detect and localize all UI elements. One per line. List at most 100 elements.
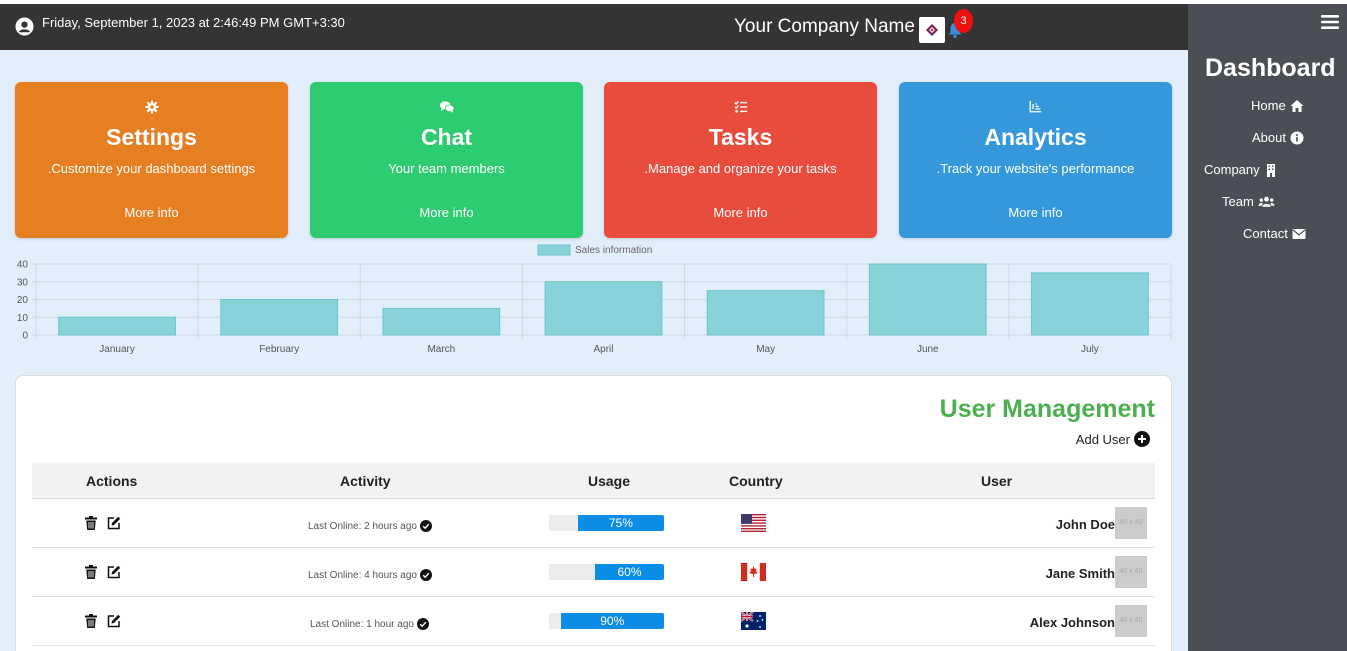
- users-table: Actions Activity Usage Country User Last…: [32, 463, 1155, 646]
- tasks-card[interactable]: Tasks .Manage and organize your tasks Mo…: [604, 82, 877, 238]
- user-circle-icon[interactable]: [15, 17, 34, 36]
- analytics-card[interactable]: Analytics .Track your website's performa…: [899, 82, 1172, 238]
- chart-bar: [706, 290, 825, 336]
- sidebar-item-company[interactable]: Company: [1204, 162, 1278, 177]
- usage-label: 60%: [617, 565, 642, 579]
- card-description: .Track your website's performance: [936, 161, 1135, 176]
- y-tick-label: 40: [17, 260, 29, 271]
- chart-bar: [58, 316, 176, 336]
- chart-bar: [1031, 272, 1149, 336]
- company-name: Your Company Name: [734, 16, 915, 37]
- more-info-link[interactable]: More info: [310, 205, 583, 220]
- australia-flag-icon: [741, 612, 766, 630]
- home-icon: [1290, 99, 1304, 112]
- trash-icon[interactable]: [84, 614, 98, 628]
- gear-icon: [15, 100, 288, 116]
- sidebar-title: Dashboard: [1205, 54, 1336, 82]
- y-tick-label: 0: [22, 331, 28, 342]
- x-tick-label: February: [259, 344, 299, 355]
- sidebar-item-label: Company: [1204, 162, 1260, 177]
- y-tick-label: 20: [17, 295, 29, 306]
- chart-bar: [220, 299, 339, 336]
- last-online-text: Last Online: 4 hours ago: [308, 569, 417, 581]
- edit-icon[interactable]: [107, 565, 121, 579]
- sidebar-item-label: Home: [1251, 98, 1286, 113]
- usage-progress-bar: 90%: [549, 613, 664, 629]
- sidebar-item-contact[interactable]: Contact: [1243, 226, 1306, 241]
- edit-icon[interactable]: [107, 614, 121, 628]
- card-title: Chat: [420, 124, 473, 150]
- chart-bar: [382, 307, 501, 336]
- hamburger-menu-icon[interactable]: [1321, 14, 1339, 30]
- sidebar-item-home[interactable]: Home: [1251, 98, 1304, 113]
- last-online-text: Last Online: 1 hour ago: [310, 618, 414, 630]
- avatar: 40 x 40: [1115, 507, 1147, 539]
- header-datetime: Friday, September 1, 2023 at 2:46:49 PM …: [42, 15, 345, 30]
- info-icon: [1290, 131, 1304, 144]
- table-row: Last Online: 1 hour ago 90% Alex Johnson…: [32, 597, 1155, 646]
- y-tick-label: 30: [17, 277, 29, 288]
- more-info-link[interactable]: More info: [15, 205, 288, 220]
- edit-icon[interactable]: [107, 516, 121, 530]
- x-tick-label: March: [427, 344, 455, 355]
- more-info-link[interactable]: More info: [899, 205, 1172, 220]
- chat-icon: [310, 100, 583, 116]
- sidebar-item-label: About: [1252, 130, 1286, 145]
- trash-icon[interactable]: [84, 516, 98, 530]
- sidebar-item-label: Contact: [1243, 226, 1288, 241]
- check-circle-icon: [416, 618, 429, 630]
- sales-bar-chart: Sales information 0 10 20 30 40 January Februar…: [17, 244, 1172, 355]
- card-description: .Manage and organize your tasks: [644, 161, 837, 176]
- avatar: 40 x 40: [1115, 605, 1147, 637]
- notification-badge[interactable]: 3: [954, 9, 973, 33]
- canada-flag-icon: [741, 563, 766, 581]
- check-circle-icon: [419, 569, 432, 581]
- card-description: .Customize your dashboard settings: [47, 161, 256, 176]
- table-header: Actions Activity Usage Country User: [32, 463, 1155, 499]
- usage-fill: 75%: [577, 515, 664, 531]
- envelope-icon: [1292, 228, 1306, 239]
- chart-bar: [544, 281, 663, 336]
- add-user-label: Add User: [1075, 431, 1130, 447]
- add-user-button[interactable]: Add User: [1076, 431, 1150, 447]
- building-icon: [1266, 163, 1275, 177]
- legend-swatch: [537, 244, 571, 256]
- user-name: Jane Smith: [1045, 566, 1115, 581]
- us-flag-icon: [741, 514, 766, 532]
- table-row: Last Online: 4 hours ago 60% Jane Smith …: [32, 548, 1155, 597]
- card-title: Tasks: [708, 124, 773, 150]
- main-content: Settings .Customize your dashboard setti…: [0, 50, 1188, 651]
- usage-label: 90%: [600, 614, 625, 628]
- settings-card[interactable]: Settings .Customize your dashboard setti…: [15, 82, 288, 238]
- card-title: Settings: [106, 124, 197, 150]
- card-title: Analytics: [984, 124, 1087, 150]
- usage-label: 75%: [608, 516, 633, 530]
- top-header: Friday, September 1, 2023 at 2:46:49 PM …: [0, 4, 1188, 50]
- last-online-text: Last Online: 2 hours ago: [308, 520, 417, 532]
- avatar: 40 x 40: [1115, 556, 1147, 588]
- user-management-panel: User Management Add User Actions Activit…: [15, 375, 1172, 651]
- x-tick-label: April: [593, 344, 613, 355]
- x-tick-label: January: [99, 344, 135, 355]
- usage-fill: 60%: [595, 564, 664, 580]
- chart-icon: [899, 100, 1172, 116]
- user-name: John Doe: [1055, 517, 1115, 532]
- table-row: Last Online: 2 hours ago 75% John Doe 40…: [32, 499, 1155, 548]
- users-icon: [1258, 196, 1275, 207]
- more-info-link[interactable]: More info: [604, 205, 877, 220]
- chat-card[interactable]: Chat Your team members More info: [310, 82, 583, 238]
- sidebar-item-about[interactable]: About: [1252, 130, 1304, 145]
- company-logo: [919, 17, 945, 43]
- usage-fill: 90%: [560, 613, 664, 629]
- tasks-icon: [604, 100, 877, 116]
- card-description: Your team members: [388, 161, 505, 176]
- legend-label: Sales information: [575, 245, 652, 256]
- column-header-actions: Actions: [86, 473, 138, 489]
- x-tick-label: May: [756, 344, 775, 355]
- plus-circle-icon: [1134, 431, 1150, 447]
- trash-icon[interactable]: [84, 565, 98, 579]
- usage-progress-bar: 60%: [549, 564, 664, 580]
- column-header-activity: Activity: [340, 473, 391, 489]
- sidebar-item-label: Team: [1222, 194, 1254, 209]
- sidebar-item-team[interactable]: Team: [1222, 194, 1275, 209]
